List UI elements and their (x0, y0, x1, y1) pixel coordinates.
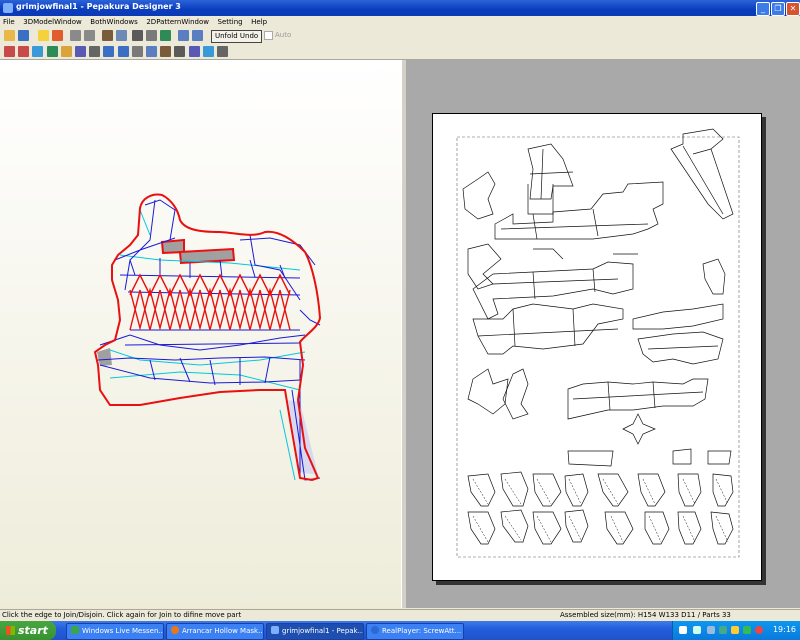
title-bar[interactable]: grimjowfinal1 - Pepakura Designer 3 _ ❐ … (0, 0, 800, 16)
windows-flag-icon (6, 626, 15, 635)
menu-bothwindows[interactable]: BothWindows (87, 16, 141, 28)
3d-model-canvas[interactable] (0, 60, 401, 608)
text-icon[interactable] (174, 46, 186, 57)
task-label: RealPlayer: ScrewAtt... (382, 627, 462, 635)
menu-bar: File 3DModelWindow BothWindows 2DPattern… (0, 16, 800, 28)
paper-icon[interactable] (46, 46, 58, 57)
clock: 19:16 (772, 625, 796, 634)
pattern-fold-lines (472, 478, 729, 543)
2d-pattern-view[interactable] (406, 60, 800, 608)
menu-setting[interactable]: Setting (215, 16, 246, 28)
chevron-left-icon[interactable] (707, 626, 715, 634)
messenger-tray-icon[interactable] (743, 626, 751, 634)
task-label: grimjowfinal1 - Pepak... (282, 627, 364, 635)
anchor-icon[interactable] (132, 30, 143, 41)
flag-icon[interactable] (160, 30, 171, 41)
auto-checkbox[interactable]: Auto (264, 30, 291, 41)
realplayer-icon (371, 626, 379, 634)
info-tray-icon[interactable] (693, 626, 701, 634)
window-icon[interactable] (192, 30, 203, 41)
firefox-icon (171, 626, 179, 634)
selected-face (97, 348, 112, 366)
image-icon[interactable] (202, 46, 214, 57)
close-button[interactable]: ✕ (786, 2, 800, 16)
pencil-icon[interactable] (102, 30, 113, 41)
mask-model (93, 193, 322, 482)
pattern-sheet[interactable] (432, 113, 762, 581)
bulb-icon[interactable] (38, 30, 49, 41)
save-icon[interactable] (18, 30, 29, 41)
auto-label: Auto (275, 31, 292, 39)
menu-2dpatternwindow[interactable]: 2DPatternWindow (143, 16, 212, 28)
columns-icon[interactable] (146, 30, 157, 41)
task-label: Arrancar Hollow Mask... (182, 627, 264, 635)
system-tray: 19:16 (672, 621, 800, 640)
pattern-parts (462, 128, 734, 467)
printer-icon[interactable] (217, 46, 228, 57)
help-tray-icon[interactable] (679, 626, 687, 634)
flip-icon[interactable] (117, 46, 129, 57)
grid-icon[interactable] (188, 46, 200, 57)
task-messenger[interactable]: Windows Live Messen... (66, 623, 164, 640)
3d-model-view[interactable] (0, 60, 401, 608)
auto-checkbox-box[interactable] (264, 30, 273, 40)
unfold-undo-button[interactable]: Unfold Undo (211, 30, 263, 43)
maximize-button[interactable]: ❐ (771, 2, 785, 16)
select-icon[interactable] (4, 46, 15, 57)
task-label: Windows Live Messen... (82, 627, 164, 635)
menu-3dmodelwindow[interactable]: 3DModelWindow (20, 16, 84, 28)
menu-help[interactable]: Help (248, 16, 270, 28)
book-icon[interactable] (60, 46, 72, 57)
task-realplayer[interactable]: RealPlayer: ScrewAtt... (366, 623, 464, 640)
start-button[interactable]: start (0, 621, 56, 640)
window-title: grimjowfinal1 - Pepakura Designer 3 (16, 2, 181, 11)
edit-icon[interactable] (75, 46, 86, 57)
undo-icon[interactable] (70, 30, 81, 41)
secondary-toolbar (0, 44, 800, 60)
edge-select-icon[interactable] (18, 46, 30, 57)
pepakura-app-icon[interactable] (3, 3, 13, 13)
pepakura-icon (271, 626, 279, 634)
messenger-icon (71, 626, 79, 634)
status-hint: Click the edge to Join/Disjoin. Click ag… (2, 611, 242, 619)
task-firefox[interactable]: Arrancar Hollow Mask... (166, 623, 264, 640)
start-label: start (18, 624, 48, 637)
minimize-button[interactable]: _ (756, 2, 770, 16)
rotate-icon[interactable] (103, 46, 115, 57)
volume-icon[interactable] (731, 626, 739, 634)
taskbar: start Windows Live Messen... Arrancar Ho… (0, 621, 800, 640)
assembled-size: Assembled size(mm): H154 W133 D11 / Part… (560, 611, 731, 619)
menu-file[interactable]: File (0, 16, 18, 28)
join-icon[interactable] (160, 46, 172, 57)
layers-icon[interactable] (116, 30, 127, 41)
redo-icon[interactable] (84, 30, 95, 41)
task-pepakura[interactable]: grimjowfinal1 - Pepak... (266, 623, 364, 640)
pattern-canvas[interactable] (433, 114, 761, 580)
arrange-icon[interactable] (146, 46, 157, 57)
small-pattern-pieces (467, 471, 734, 545)
move-icon[interactable] (131, 46, 143, 57)
cube-color-icon[interactable] (52, 30, 63, 41)
print-icon[interactable] (89, 46, 101, 57)
picture-icon[interactable] (32, 46, 44, 57)
frame-icon[interactable] (178, 30, 189, 41)
main-toolbar: Unfold Undo Auto (0, 28, 800, 44)
open-icon[interactable] (4, 30, 15, 41)
security-icon[interactable] (755, 626, 763, 634)
network-icon[interactable] (719, 626, 727, 634)
